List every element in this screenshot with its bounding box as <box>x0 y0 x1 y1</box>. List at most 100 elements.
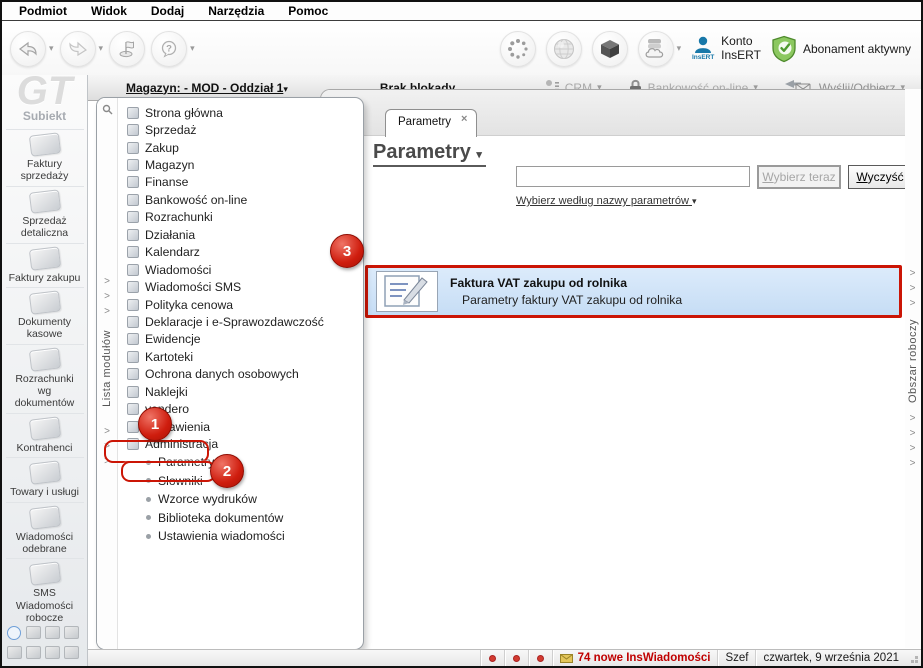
pin-icon[interactable] <box>102 104 113 115</box>
home-flag-button[interactable] <box>109 30 146 67</box>
chevron-right-icon[interactable]: > <box>104 304 110 319</box>
retail-group-icon[interactable] <box>45 626 60 639</box>
chevron-right-icon[interactable]: > <box>910 456 916 471</box>
tree-item[interactable]: Bankowość on-line <box>118 191 363 208</box>
status-indicator[interactable] <box>527 650 552 666</box>
sales-group-icon[interactable] <box>26 626 41 639</box>
help-button[interactable]: ? <box>151 30 188 67</box>
tree-item[interactable]: Naklejki <box>118 383 363 400</box>
active-group-icon[interactable] <box>7 626 21 640</box>
chevron-down-icon[interactable]: ▾ <box>677 44 682 53</box>
page-title[interactable]: Parametry ▾ <box>373 141 486 167</box>
status-indicator[interactable] <box>479 650 504 666</box>
tree-child-item[interactable]: Ustawienia wiadomości <box>118 527 363 546</box>
online-services-button[interactable] <box>545 30 582 67</box>
menu-item[interactable]: Pomoc <box>277 3 339 19</box>
resize-grip[interactable] <box>906 650 921 666</box>
module-shortcut[interactable]: Kontrahenci <box>5 412 84 457</box>
module-label: Wiadomości odebrane <box>15 530 74 555</box>
forward-button[interactable] <box>59 30 96 67</box>
chevron-right-icon[interactable]: > <box>910 296 916 311</box>
tree-item[interactable]: Deklaracje i e-Sprawozdawczość <box>118 313 363 330</box>
tree-child-item[interactable]: Wzorce wydruków <box>118 490 363 509</box>
tree-item[interactable]: Magazyn <box>118 156 363 173</box>
clear-button[interactable]: Wyczyść <box>848 165 905 189</box>
module-shortcut[interactable]: Faktury zakupu <box>5 242 84 287</box>
menu-item[interactable]: Podmiot <box>8 3 78 19</box>
inswiadomosci-cell[interactable]: 74 nowe InsWiadomości <box>551 650 718 666</box>
package-button[interactable] <box>591 30 628 67</box>
cube-icon <box>599 38 621 60</box>
mail-group-icon[interactable] <box>64 646 79 659</box>
tree-item[interactable]: Wiadomości SMS <box>118 278 363 295</box>
date-cell[interactable]: czwartek, 9 września 2021 <box>755 650 906 666</box>
module-shortcut[interactable]: Faktury sprzedaży <box>5 129 84 186</box>
parameter-result-item[interactable]: Faktura VAT zakupu od rolnika Parametry … <box>365 265 902 318</box>
annotation-step-2: 2 <box>210 454 244 488</box>
tree-item[interactable]: Wiadomości <box>118 261 363 278</box>
online-banking-icon <box>127 193 139 206</box>
tree-item[interactable]: Rozrachunki <box>118 209 363 226</box>
subscription-status[interactable]: Abonament aktywny <box>771 35 911 63</box>
tree-child-item[interactable]: Biblioteka dokumentów <box>118 509 363 528</box>
purchase-group-icon[interactable] <box>64 626 79 639</box>
back-button[interactable] <box>10 30 46 67</box>
chevron-right-icon[interactable]: > <box>104 274 110 289</box>
select-now-button[interactable]: Wybierz teraz <box>757 165 841 189</box>
annotation-step-1: 1 <box>138 407 172 441</box>
chevron-right-icon[interactable]: > <box>910 441 916 456</box>
records-icon <box>127 333 139 346</box>
chevron-right-icon[interactable]: > <box>104 424 110 439</box>
tree-child-label: Ustawienia wiadomości <box>158 529 285 544</box>
sync-spinner-button[interactable] <box>499 30 536 67</box>
flag-icon <box>117 39 137 59</box>
select-by-name-link[interactable]: Wybierz według nazwy parametrów ▾ <box>516 195 697 207</box>
chevron-down-icon: ▾ <box>476 149 482 161</box>
module-shortcut[interactable]: Dokumenty kasowe <box>5 286 84 344</box>
module-shortcut[interactable]: Sprzedaż detaliczna <box>5 185 84 243</box>
tree-item[interactable]: Ewidencje <box>118 331 363 348</box>
tree-item[interactable]: Polityka cenowa <box>118 296 363 313</box>
magazyn-selector[interactable]: Magazyn: - MOD - Oddział 1▾ <box>126 81 288 95</box>
module-shortcut[interactable]: SMS Wiadomości robocze <box>5 558 84 627</box>
chevron-right-icon[interactable]: > <box>104 289 110 304</box>
chevron-right-icon[interactable]: > <box>910 281 916 296</box>
parameter-search-input[interactable] <box>516 166 750 187</box>
module-label: SMS Wiadomości robocze <box>15 587 74 624</box>
workspace-strip[interactable]: > > > Obszar roboczy > > > > <box>903 89 921 648</box>
cloud-services-button[interactable] <box>637 30 674 67</box>
tree-item[interactable]: Strona główna <box>118 104 363 121</box>
status-indicator[interactable] <box>503 650 528 666</box>
chevron-down-icon[interactable]: ▾ <box>49 44 54 53</box>
module-shortcut[interactable]: Rozrachunki wg dokumentów <box>5 343 84 413</box>
tree-item[interactable]: Działania <box>118 226 363 243</box>
tree-item[interactable]: Ochrona danych osobowych <box>118 366 363 383</box>
chevron-down-icon[interactable]: ▾ <box>99 44 104 53</box>
warehouse-group-icon[interactable] <box>26 646 41 659</box>
chevron-right-icon[interactable]: > <box>910 426 916 441</box>
account-tools: ▾ InsERT Konto InsERT Abonament aktywny <box>499 30 921 67</box>
close-icon[interactable]: × <box>461 113 467 125</box>
konto-insert[interactable]: InsERT Konto InsERT <box>691 34 761 63</box>
boxes-group-icon[interactable] <box>45 646 60 659</box>
chevron-right-icon[interactable]: > <box>910 266 916 281</box>
menu-item[interactable]: Narzędzia <box>197 3 275 19</box>
tab-parametry[interactable]: Parametry × <box>385 109 478 137</box>
contractors-icon <box>28 416 61 441</box>
module-tree: Strona główna Sprzedaż Zakup Magazyn Fin… <box>118 98 363 649</box>
application-window: PodmiotWidokDodajNarzędziaPomoc ▾ ▾ <box>0 0 923 668</box>
camera-group-icon[interactable] <box>7 646 22 659</box>
tree-item[interactable]: Zakup <box>118 139 363 156</box>
chevron-down-icon[interactable]: ▾ <box>190 44 195 53</box>
menu-item[interactable]: Dodaj <box>140 3 195 19</box>
tree-item[interactable]: Sprzedaż <box>118 121 363 138</box>
tree-item[interactable]: Kalendarz <box>118 244 363 261</box>
module-list-strip[interactable]: > > > Lista modułów > > > <box>97 98 118 649</box>
tree-item[interactable]: Kartoteki <box>118 348 363 365</box>
tree-item[interactable]: Finanse <box>118 174 363 191</box>
module-shortcut[interactable]: Wiadomości odebrane <box>5 501 84 559</box>
user-cell[interactable]: Szef <box>717 650 755 666</box>
menu-item[interactable]: Widok <box>80 3 138 19</box>
module-shortcut[interactable]: Towary i usługi <box>5 457 84 501</box>
chevron-right-icon[interactable]: > <box>910 411 916 426</box>
